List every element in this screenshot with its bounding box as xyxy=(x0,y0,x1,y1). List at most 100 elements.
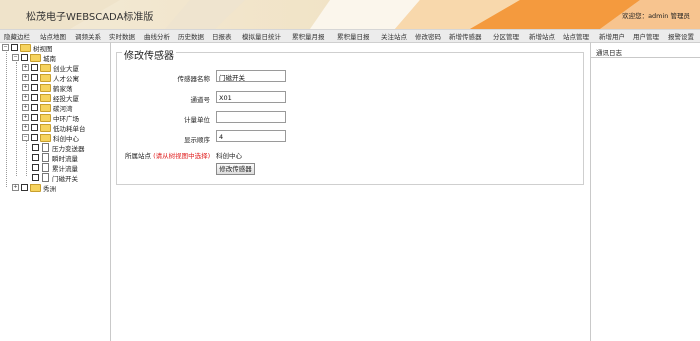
panel-title: 修改传感器 xyxy=(122,47,176,62)
app-header: 松茂电子WEBSCADA标准版 欢迎您：admin 管理员 xyxy=(0,0,700,29)
tree-node-label: 人才公寓 xyxy=(53,74,79,83)
folder-icon xyxy=(40,123,51,132)
nav-curve[interactable]: 曲线分析 xyxy=(144,31,170,41)
station-label: 所属站点 xyxy=(125,152,151,160)
display-order-input[interactable] xyxy=(216,130,286,142)
tree-node-folder[interactable]: + 碳河湾 xyxy=(22,103,73,113)
submit-button[interactable]: 修改传感器 xyxy=(216,163,255,175)
tree-node-folder[interactable]: + 经投大厦 xyxy=(22,93,79,103)
tree-node-label: 门磁开关 xyxy=(52,174,78,183)
expand-icon[interactable]: + xyxy=(22,114,29,121)
expand-icon[interactable]: + xyxy=(22,74,29,81)
tree-checkbox[interactable] xyxy=(31,134,38,141)
nav-zone-manage[interactable]: 分区管理 xyxy=(493,31,519,41)
nav-analog-daily[interactable]: 模拟量日统计 xyxy=(242,31,281,41)
unit-input[interactable] xyxy=(216,111,286,123)
nav-daily-report[interactable]: 日报表 xyxy=(212,31,232,41)
nav-history[interactable]: 历史数据 xyxy=(178,31,204,41)
tree-checkbox[interactable] xyxy=(11,44,18,51)
tree-node-sensor[interactable]: 累计流量 xyxy=(32,163,78,173)
nav-add-user[interactable]: 新增用户 xyxy=(599,31,625,41)
tree-node-folder[interactable]: + 低功耗单台 xyxy=(22,123,86,133)
tree-checkbox[interactable] xyxy=(32,144,39,151)
tree-checkbox[interactable] xyxy=(32,174,39,181)
tree-node-label: 低功耗单台 xyxy=(53,124,86,133)
expand-icon[interactable]: + xyxy=(22,104,29,111)
tree-node-label: 累计流量 xyxy=(52,164,78,173)
app-title: 松茂电子WEBSCADA标准版 xyxy=(26,12,154,23)
nav-watch-sites[interactable]: 关注站点 xyxy=(381,31,407,41)
unit-label: 计量单位 xyxy=(184,116,210,124)
station-value: 科创中心 xyxy=(216,152,242,160)
tree-checkbox[interactable] xyxy=(32,154,39,161)
nav-change-password[interactable]: 修改密码 xyxy=(415,31,441,41)
station-label-row: 所属站点 (请从树视图中选择) xyxy=(125,150,210,160)
tree-node-folder[interactable]: + 创业大厦 xyxy=(22,63,79,73)
display-order-label: 显示顺序 xyxy=(184,136,210,144)
folder-open-icon xyxy=(40,133,51,142)
nav-site-map[interactable]: 站点地图 xyxy=(40,31,66,41)
folder-icon xyxy=(40,93,51,102)
expand-icon[interactable]: + xyxy=(12,184,19,191)
document-icon xyxy=(42,153,49,162)
nav-relations[interactable]: 调频关系 xyxy=(75,31,101,41)
tree-checkbox[interactable] xyxy=(31,64,38,71)
tree-checkbox[interactable] xyxy=(31,74,38,81)
tree-node-sensor[interactable]: 压力变送器 xyxy=(32,143,85,153)
nav-hide-sidebar[interactable]: 隐藏边栏 xyxy=(4,31,30,41)
nav-alarm-settings[interactable]: 报警设置 xyxy=(668,31,694,41)
collapse-icon[interactable]: − xyxy=(2,44,9,51)
nav-add-site[interactable]: 新增站点 xyxy=(529,31,555,41)
expand-icon[interactable]: + xyxy=(22,64,29,71)
collapse-icon[interactable]: − xyxy=(12,54,19,61)
tree-node-label: 中环广场 xyxy=(53,114,79,123)
nav-realtime[interactable]: 实时数据 xyxy=(109,31,135,41)
folder-icon xyxy=(40,83,51,92)
collapse-icon[interactable]: − xyxy=(22,134,29,141)
comm-log-title: 通讯日志 xyxy=(596,49,622,57)
tree-checkbox[interactable] xyxy=(31,114,38,121)
tree-checkbox[interactable] xyxy=(31,104,38,111)
nav-user-manage[interactable]: 用户管理 xyxy=(633,31,659,41)
channel-input[interactable] xyxy=(216,91,286,103)
tree-node-folder[interactable]: + 人才公寓 xyxy=(22,73,79,83)
tree-node-sensor[interactable]: 瞬时流量 xyxy=(32,153,78,163)
tree-checkbox[interactable] xyxy=(31,94,38,101)
tree-checkbox[interactable] xyxy=(32,164,39,171)
folder-icon xyxy=(40,103,51,112)
nav-cumulative-monthly[interactable]: 累积量月报 xyxy=(292,31,325,41)
divider xyxy=(591,57,700,58)
document-icon xyxy=(42,143,49,152)
expand-icon[interactable]: + xyxy=(22,84,29,91)
tree-node-open-folder[interactable]: − 科创中心 xyxy=(22,133,79,143)
tree-node-label: 经投大厦 xyxy=(53,94,79,103)
tree-node-city[interactable]: − 城南 xyxy=(12,53,56,63)
nav-cumulative-daily[interactable]: 累积量日报 xyxy=(337,31,370,41)
tree-view: − 树视图 − 城南 + 创业大厦 + 人才公寓 + 鹤家荡 + 经投大厦 + … xyxy=(0,42,111,341)
nav-add-sensor[interactable]: 新增传感器 xyxy=(449,31,482,41)
expand-icon[interactable]: + xyxy=(22,124,29,131)
top-nav: 隐藏边栏 站点地图 调频关系 实时数据 曲线分析 历史数据 日报表 模拟量日统计… xyxy=(0,29,700,43)
folder-icon xyxy=(40,73,51,82)
tree-node-sensor[interactable]: 门磁开关 xyxy=(32,173,78,183)
document-icon xyxy=(42,163,49,172)
tree-node-label: 城南 xyxy=(43,54,56,63)
folder-icon xyxy=(30,53,41,62)
tree-node-label: 树视图 xyxy=(33,44,53,53)
tree-checkbox[interactable] xyxy=(21,54,28,61)
tree-checkbox[interactable] xyxy=(31,84,38,91)
sensor-name-label: 传感器名称 xyxy=(177,75,211,83)
folder-icon xyxy=(40,113,51,122)
tree-checkbox[interactable] xyxy=(21,184,28,191)
tree-node-folder[interactable]: + 鹤家荡 xyxy=(22,83,73,93)
expand-icon[interactable]: + xyxy=(22,94,29,101)
tree-node-root[interactable]: − 树视图 xyxy=(2,43,53,53)
tree-checkbox[interactable] xyxy=(31,124,38,131)
sensor-name-input[interactable] xyxy=(216,70,286,82)
tree-node-label: 压力变送器 xyxy=(52,144,85,153)
tree-node-district[interactable]: + 秀洲 xyxy=(12,183,56,193)
tree-node-label: 瞬时流量 xyxy=(52,154,78,163)
tree-node-label: 秀洲 xyxy=(43,184,56,193)
tree-node-folder[interactable]: + 中环广场 xyxy=(22,113,79,123)
nav-site-manage[interactable]: 站点管理 xyxy=(563,31,589,41)
